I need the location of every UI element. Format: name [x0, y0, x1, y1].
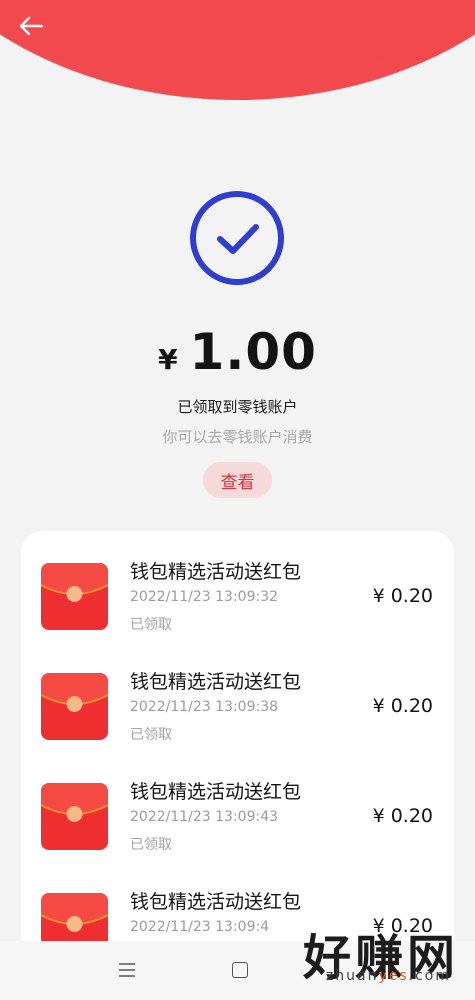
list-item[interactable]: 钱包精选活动送红包 2022/11/23 13:09:38 已领取 ¥ 0.20 [21, 641, 454, 751]
home-square-icon[interactable] [232, 962, 248, 978]
menu-icon[interactable] [118, 961, 136, 979]
item-time: 2022/11/23 13:09:38 [130, 699, 279, 715]
item-status: 已领取 [130, 837, 172, 853]
item-time: 2022/11/23 13:09:4 [130, 919, 270, 935]
arrow-left-icon [19, 16, 44, 36]
back-button[interactable] [18, 14, 50, 38]
item-title: 钱包精选活动送红包 [130, 561, 302, 583]
item-title: 钱包精选活动送红包 [130, 671, 302, 693]
item-amount: ¥ 0.20 [372, 695, 433, 717]
site-watermark: 好赚网 zhuanyes.com [255, 918, 465, 992]
item-time: 2022/11/23 13:09:43 [130, 809, 279, 825]
item-amount: ¥ 0.20 [372, 805, 433, 827]
list-item[interactable]: 钱包精选活动送红包 2022/11/23 13:09:32 已领取 ¥ 0.20 [21, 531, 454, 641]
item-status: 已领取 [130, 617, 172, 633]
view-button[interactable]: 查看 [203, 462, 272, 498]
item-amount: ¥ 0.20 [372, 585, 433, 607]
item-title: 钱包精选活动送红包 [130, 781, 302, 803]
list-item[interactable]: 钱包精选活动送红包 2022/11/23 13:09:43 已领取 ¥ 0.20 [21, 751, 454, 861]
page: ¥ 1.00 已领取到零钱账户 你可以去零钱账户消费 查看 钱包精选活动送红包 … [0, 0, 475, 1000]
check-circle-icon [189, 190, 285, 286]
received-amount: ¥ 1.00 [0, 323, 475, 381]
item-title: 钱包精选活动送红包 [130, 891, 302, 913]
red-envelope-icon [41, 563, 108, 630]
usage-hint-text: 你可以去零钱账户消费 [162, 428, 313, 446]
receive-status-text: 已领取到零钱账户 [177, 398, 298, 416]
amount-value: 1.00 [189, 323, 317, 381]
header-banner [0, 0, 475, 100]
watermark-site: zhuanyes.com [325, 968, 451, 984]
item-time: 2022/11/23 13:09:32 [130, 589, 279, 605]
currency-symbol: ¥ [158, 343, 178, 376]
red-envelope-icon [41, 783, 108, 850]
item-status: 已领取 [130, 727, 172, 743]
red-envelope-icon [41, 673, 108, 740]
